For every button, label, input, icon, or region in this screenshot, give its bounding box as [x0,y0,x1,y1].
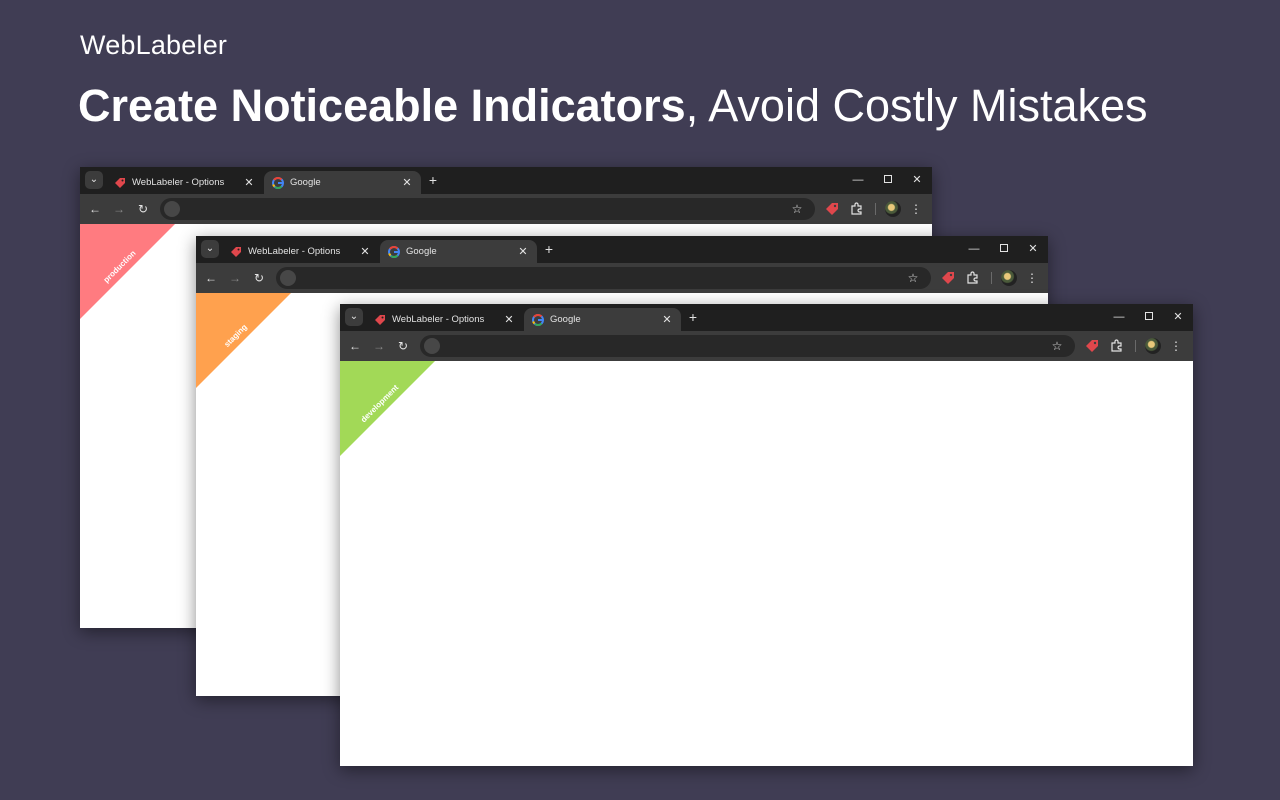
tab-label: WebLabeler - Options [132,177,225,188]
back-arrow-icon[interactable]: ← [87,201,103,217]
toolbar-divider [1135,340,1136,352]
back-arrow-icon[interactable]: ← [203,270,219,286]
address-bar[interactable]: ☆ [276,267,931,289]
tab-label: Google [406,246,437,257]
tag-icon [115,177,125,188]
kebab-menu-icon[interactable]: ⋮ [1170,338,1182,354]
extensions-puzzle-icon[interactable] [850,202,864,216]
weblabeler-extension-icon[interactable] [1085,339,1099,353]
extensions-puzzle-icon[interactable] [966,271,980,285]
extensions-puzzle-icon[interactable] [1110,339,1124,353]
close-tab-icon[interactable]: ✕ [517,245,529,258]
corner-ribbon-shape [196,293,291,388]
weblabeler-extension-icon[interactable] [825,202,839,216]
bookmark-star-icon[interactable]: ☆ [789,201,805,217]
tab-search-button[interactable]: ⌄ [345,308,363,326]
tab-label: Google [550,314,581,325]
google-icon [388,245,400,258]
brand-name: WebLabeler [80,30,228,60]
title-bar: ⌄ WebLabeler - Options ✕ Google ✕ + — ✕ [340,304,1193,331]
close-tab-icon[interactable]: ✕ [359,245,371,258]
close-tab-icon[interactable]: ✕ [401,176,413,189]
maximize-icon[interactable] [880,173,896,187]
headline-rest: , Avoid Costly Mistakes [685,80,1148,131]
forward-arrow-icon[interactable]: → [227,270,243,286]
weblabeler-extension-icon[interactable] [941,271,955,285]
maximize-icon[interactable] [1141,310,1157,324]
reload-icon[interactable]: ↻ [251,270,267,286]
close-tab-icon[interactable]: ✕ [661,313,673,326]
headline-bold: Create Noticeable Indicators [78,80,686,131]
close-tab-icon[interactable]: ✕ [503,313,515,326]
browser-window-development: ⌄ WebLabeler - Options ✕ Google ✕ + — ✕ … [340,304,1193,766]
toolbar: ← → ↻ ☆ ⋮ [196,263,1048,293]
tab-label: WebLabeler - Options [248,246,341,257]
profile-avatar[interactable] [885,201,901,217]
toolbar-divider [991,272,992,284]
corner-ribbon-shape [80,224,175,319]
close-tab-icon[interactable]: ✕ [243,176,255,189]
tab-label: WebLabeler - Options [392,314,485,325]
tag-icon [231,246,241,257]
tab-search-button[interactable]: ⌄ [201,240,219,258]
environment-corner-ribbon [340,361,435,456]
maximize-icon[interactable] [996,242,1012,256]
bookmark-star-icon[interactable]: ☆ [1049,338,1065,354]
close-window-icon[interactable]: ✕ [1170,310,1186,324]
address-bar[interactable]: ☆ [420,335,1075,357]
minimize-icon[interactable]: — [850,173,866,187]
tab-weblabeler-options[interactable]: WebLabeler - Options ✕ [106,171,263,194]
new-tab-button[interactable]: + [425,172,441,188]
tab-google[interactable]: Google ✕ [524,308,681,331]
forward-arrow-icon[interactable]: → [111,201,127,217]
kebab-menu-icon[interactable]: ⋮ [910,201,922,217]
tab-weblabeler-options[interactable]: WebLabeler - Options ✕ [366,308,523,331]
new-tab-button[interactable]: + [541,241,557,257]
forward-arrow-icon[interactable]: → [371,338,387,354]
google-icon [532,313,544,326]
minimize-icon[interactable]: — [966,242,982,256]
site-info-icon[interactable] [280,270,296,286]
close-window-icon[interactable]: ✕ [1025,242,1041,256]
address-bar[interactable]: ☆ [160,198,815,220]
corner-ribbon-shape [340,361,435,456]
toolbar: ← → ↻ ☆ ⋮ [80,194,932,224]
toolbar-divider [875,203,876,215]
reload-icon[interactable]: ↻ [135,201,151,217]
google-icon [272,176,284,189]
minimize-icon[interactable]: — [1111,310,1127,324]
headline: Create Noticeable Indicators, Avoid Cost… [78,80,1148,132]
page-viewport: development [340,361,1193,766]
profile-avatar[interactable] [1145,338,1161,354]
environment-corner-ribbon [80,224,175,319]
site-info-icon[interactable] [164,201,180,217]
bookmark-star-icon[interactable]: ☆ [905,270,921,286]
new-tab-button[interactable]: + [685,309,701,325]
title-bar: ⌄ WebLabeler - Options ✕ Google ✕ + — ✕ [196,236,1048,263]
tab-search-button[interactable]: ⌄ [85,171,103,189]
tab-google[interactable]: Google ✕ [380,240,537,263]
tag-icon [375,314,385,325]
tab-weblabeler-options[interactable]: WebLabeler - Options ✕ [222,240,379,263]
toolbar: ← → ↻ ☆ ⋮ [340,331,1193,361]
close-window-icon[interactable]: ✕ [909,173,925,187]
kebab-menu-icon[interactable]: ⋮ [1026,270,1038,286]
tab-label: Google [290,177,321,188]
back-arrow-icon[interactable]: ← [347,338,363,354]
tab-google[interactable]: Google ✕ [264,171,421,194]
environment-corner-ribbon [196,293,291,388]
profile-avatar[interactable] [1001,270,1017,286]
title-bar: ⌄ WebLabeler - Options ✕ Google ✕ + — ✕ [80,167,932,194]
site-info-icon[interactable] [424,338,440,354]
reload-icon[interactable]: ↻ [395,338,411,354]
